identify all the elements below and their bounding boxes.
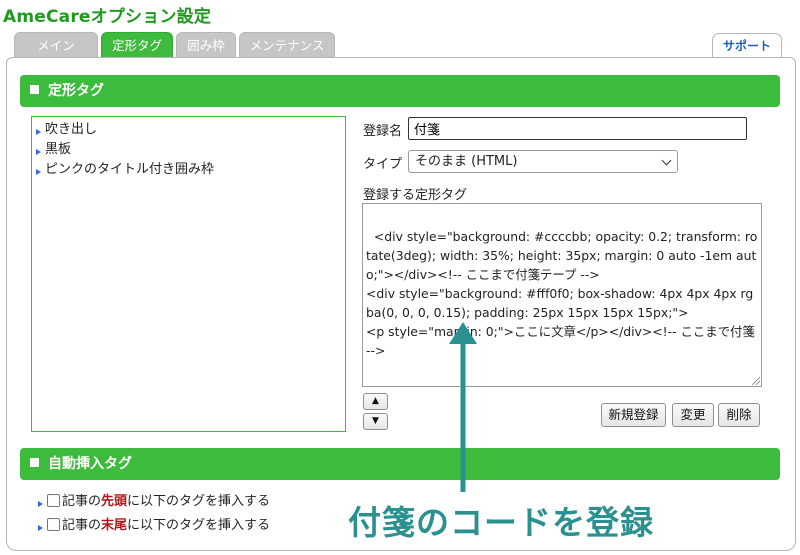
name-label: 登録名 [363,124,403,139]
code-textarea[interactable]: <div style="background: #ccccbb; opacity… [362,203,762,387]
type-select[interactable]: そのまま (HTML) [408,150,678,173]
bullet-icon [36,169,41,175]
list-item[interactable]: ピンクのタイトル付き囲み枠 [32,160,345,180]
bullet-icon [38,525,43,531]
type-label: タイプ [363,157,403,172]
annotation-arrow-icon [449,322,477,492]
list-item-label: 吹き出し [45,122,98,137]
code-label: 登録する定形タグ [363,188,468,203]
head-insert-suffix: に以下のタグを挿入する [127,494,271,509]
tail-insert-suffix: に以下のタグを挿入する [127,518,271,533]
bullet-icon [38,501,43,507]
section-title: 自動挿入タグ [48,456,132,472]
bullet-icon [36,149,41,155]
auto-insert-head-row: 記事の先頭に以下のタグを挿入する [38,492,270,512]
list-item-label: 黒板 [45,142,72,157]
tab-fixed-tags[interactable]: 定形タグ [101,32,173,57]
new-button[interactable]: 新規登録 [601,403,666,427]
square-icon [30,85,39,94]
section-title: 定形タグ [48,83,104,99]
chevron-down-icon [661,155,672,166]
list-item-label: ピンクのタイトル付き囲み枠 [45,162,215,177]
tail-insert-emph: 末尾 [101,518,128,533]
tail-insert-checkbox[interactable] [47,518,60,531]
tab-main[interactable]: メイン [14,32,98,57]
head-insert-emph: 先頭 [101,494,128,509]
name-input[interactable] [408,117,747,140]
tag-list[interactable]: 吹き出し 黒板 ピンクのタイトル付き囲み枠 [31,116,346,432]
app-title: AmeCareオプション設定 [3,7,212,27]
move-up-button[interactable]: ▲ [363,393,388,410]
section-header-fixed-tags: 定形タグ [20,75,780,107]
list-item[interactable]: 黒板 [32,140,345,160]
square-icon [30,458,39,467]
code-text: <div style="background: #ccccbb; opacity… [366,229,758,358]
section-header-auto-insert: 自動挿入タグ [20,448,780,480]
head-insert-checkbox[interactable] [47,494,60,507]
auto-insert-tail-row: 記事の末尾に以下のタグを挿入する [38,516,270,536]
tail-insert-prefix: 記事の [62,518,102,533]
tab-frames[interactable]: 囲み枠 [176,32,236,57]
move-down-button[interactable]: ▼ [363,413,388,430]
resize-grip-icon[interactable] [752,377,760,385]
head-insert-prefix: 記事の [62,494,102,509]
support-tab[interactable]: サポート [712,33,782,58]
bullet-icon [36,129,41,135]
change-button[interactable]: 変更 [672,403,714,427]
list-item[interactable]: 吹き出し [32,120,345,140]
type-select-value: そのまま (HTML) [415,154,518,169]
tab-maintenance[interactable]: メンテナンス [239,32,335,57]
annotation-text: 付箋のコードを登録 [348,503,654,542]
delete-button[interactable]: 削除 [718,403,760,427]
